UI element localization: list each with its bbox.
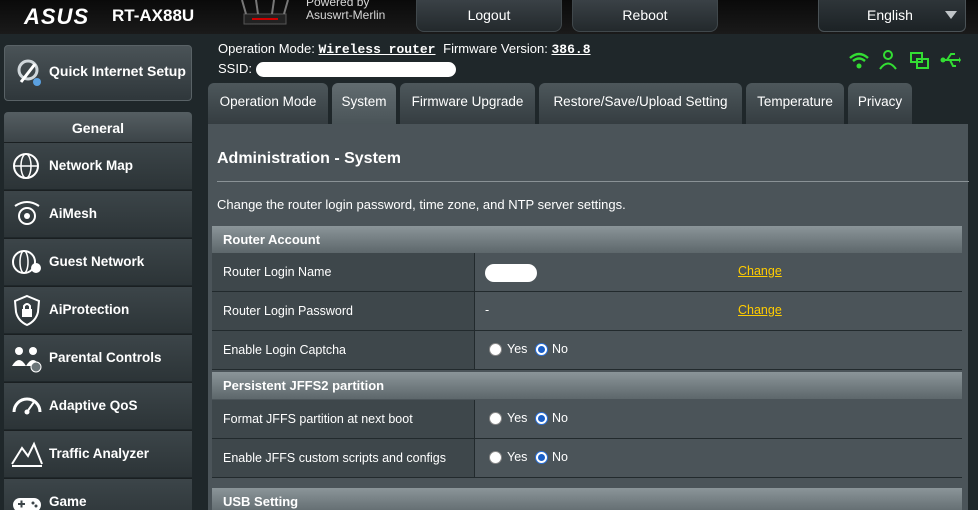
traffic-analyzer-icon: [11, 441, 43, 467]
sidebar-item-label: AiMesh: [49, 206, 98, 221]
row-enable-jffs-scripts: Enable JFFS custom scripts and configs Y…: [212, 439, 962, 478]
row-value: Yes No: [475, 331, 962, 369]
op-mode-label: Operation Mode:: [218, 41, 315, 56]
format-jffs-no-radio[interactable]: [535, 412, 548, 425]
jffs-scripts-yes-radio[interactable]: [489, 451, 502, 464]
tab-operation-mode[interactable]: Operation Mode: [208, 83, 328, 124]
firmware-link[interactable]: 386.8: [552, 42, 591, 57]
row-format-jffs: Format JFFS partition at next boot Yes N…: [212, 400, 962, 439]
model-name: RT-AX88U: [112, 6, 195, 25]
login-name-redacted: [485, 264, 537, 282]
radio-label-yes: Yes: [507, 450, 528, 464]
sidebar-item-game[interactable]: Game: [4, 478, 192, 510]
radio-label-no: No: [552, 342, 568, 356]
radio-label-yes: Yes: [507, 411, 528, 425]
sidebar-item-network-map[interactable]: Network Map: [4, 142, 192, 189]
general-section-header: General: [4, 112, 192, 142]
sidebar-item-traffic-analyzer[interactable]: Traffic Analyzer: [4, 430, 192, 477]
page-description: Change the router login password, time z…: [217, 197, 626, 212]
globe-network-icon: [13, 153, 39, 179]
ssid-redacted: [256, 62, 456, 77]
tab-privacy[interactable]: Privacy: [848, 83, 912, 124]
radio-label-no: No: [552, 450, 568, 464]
change-login-name-link[interactable]: Change: [738, 264, 782, 278]
sidebar-item-parental-controls[interactable]: Parental Controls: [4, 334, 192, 381]
language-label: English: [867, 7, 913, 23]
usb-icon[interactable]: [939, 50, 961, 70]
sidebar-item-label: Guest Network: [49, 254, 145, 269]
asus-logo: ASUS: [24, 4, 90, 29]
section-header-usb-setting: USB Setting: [212, 488, 962, 510]
operation-info: Operation Mode: Wireless router Firmware…: [218, 41, 591, 57]
section-header-jffs2: Persistent JFFS2 partition: [212, 372, 962, 399]
sidebar-item-label: Game: [49, 494, 87, 509]
sidebar-item-aiprotection[interactable]: AiProtection: [4, 286, 192, 333]
row-label: Router Login Name: [212, 253, 475, 291]
row-value: - Change: [475, 292, 962, 330]
gamepad-icon: [13, 498, 41, 510]
row-router-login-name: Router Login Name Change: [212, 253, 962, 292]
op-mode-link[interactable]: Wireless router: [318, 42, 435, 57]
row-router-login-password: Router Login Password - Change: [212, 292, 962, 331]
guest-network-icon: [12, 250, 41, 274]
shield-lock-icon: [13, 294, 41, 326]
captcha-yes-radio[interactable]: [489, 343, 502, 356]
tab-system[interactable]: System: [332, 83, 396, 124]
sidebar-item-label: AiProtection: [49, 302, 130, 317]
speedometer-icon: [12, 397, 42, 415]
user-icon[interactable]: [878, 50, 900, 70]
row-label: Format JFFS partition at next boot: [212, 400, 475, 438]
page-title: Administration - System: [217, 150, 402, 167]
row-value: Yes No: [475, 400, 962, 438]
sidebar-item-label: Traffic Analyzer: [49, 446, 150, 461]
format-jffs-yes-radio[interactable]: [489, 412, 502, 425]
sidebar-item-label: Network Map: [49, 158, 134, 173]
powered-by: Powered by Asuswrt-Merlin: [306, 0, 386, 22]
wand-icon: [17, 59, 41, 86]
language-select[interactable]: English: [818, 0, 966, 32]
row-value: Yes No: [475, 439, 962, 477]
password-value: -: [485, 303, 490, 317]
radio-label-no: No: [552, 411, 568, 425]
reboot-button[interactable]: Reboot: [572, 0, 718, 32]
tab-restore-save-upload[interactable]: Restore/Save/Upload Setting: [539, 83, 742, 124]
top-bar: ASUS RT-AX88U Powered by Asuswrt-Merlin …: [0, 0, 978, 34]
sidebar-item-adaptive-qos[interactable]: Adaptive QoS: [4, 382, 192, 429]
title-divider: [217, 181, 969, 182]
row-value: Change: [475, 253, 962, 291]
main-panel: Administration - System Change the route…: [208, 124, 969, 510]
row-label: Enable Login Captcha: [212, 331, 475, 369]
tab-firmware-upgrade[interactable]: Firmware Upgrade: [400, 83, 535, 124]
row-label: Enable JFFS custom scripts and configs: [212, 439, 475, 477]
tab-temperature[interactable]: Temperature: [746, 83, 844, 124]
quick-internet-setup-button[interactable]: Quick Internet Setup: [4, 45, 192, 101]
ssid-label: SSID:: [218, 61, 252, 76]
router-icon: [241, 0, 289, 25]
row-label: Router Login Password: [212, 292, 475, 330]
dual-window-icon[interactable]: [909, 50, 931, 70]
sidebar-item-label: Adaptive QoS: [49, 398, 138, 413]
row-enable-login-captcha: Enable Login Captcha Yes No: [212, 331, 962, 370]
family-icon: [12, 347, 42, 373]
quick-setup-label: Quick Internet Setup: [49, 63, 186, 79]
sidebar-item-label: Parental Controls: [49, 350, 162, 365]
aimesh-icon: [14, 201, 40, 225]
wifi-icon[interactable]: [848, 50, 870, 70]
captcha-no-radio[interactable]: [535, 343, 548, 356]
change-password-link[interactable]: Change: [738, 303, 782, 317]
chevron-down-icon: [945, 11, 957, 19]
logout-button[interactable]: Logout: [416, 0, 562, 32]
section-header-router-account: Router Account: [212, 226, 962, 253]
sidebar-item-guest-network[interactable]: Guest Network: [4, 238, 192, 285]
sidebar-item-aimesh[interactable]: AiMesh: [4, 190, 192, 237]
radio-label-yes: Yes: [507, 342, 528, 356]
jffs-scripts-no-radio[interactable]: [535, 451, 548, 464]
firmware-label: Firmware Version:: [443, 41, 548, 56]
